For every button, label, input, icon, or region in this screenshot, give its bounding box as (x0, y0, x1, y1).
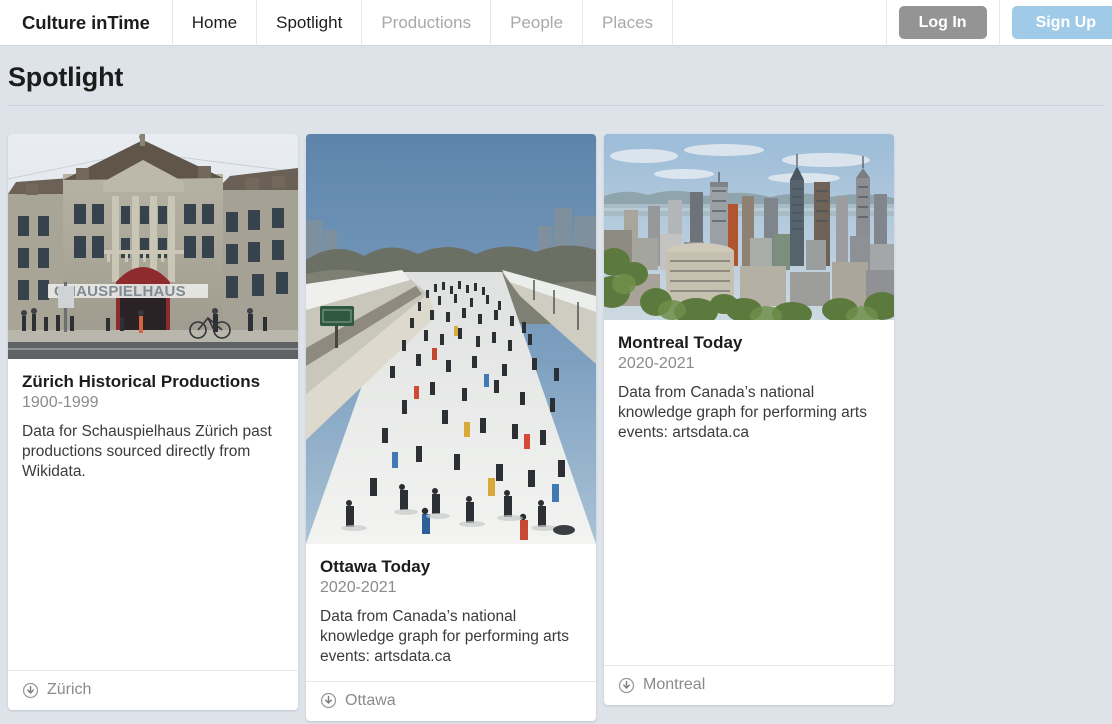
signup-cell: Sign Up (1000, 0, 1112, 45)
page-title: Spotlight (8, 62, 1104, 93)
card-title: Montreal Today (618, 332, 880, 353)
card-footer-ottawa[interactable]: Ottawa (306, 681, 596, 721)
log-in-button[interactable]: Log In (899, 6, 987, 39)
arrow-down-circle-icon (22, 682, 39, 699)
card-body: Ottawa Today 2020-2021 Data from Canada’… (306, 544, 596, 681)
login-cell: Log In (887, 0, 1000, 45)
card-footer-zurich[interactable]: Zürich (8, 670, 298, 710)
card-description: Data from Canada’s national knowledge gr… (320, 607, 582, 666)
card-image-montreal (604, 134, 894, 320)
spotlight-card-grid: CHAUSPIELHAUS (0, 118, 1112, 721)
card-body: Zürich Historical Productions 1900-1999 … (8, 359, 298, 670)
card-image-zurich: CHAUSPIELHAUS (8, 134, 298, 359)
card-image-ottawa (306, 134, 596, 544)
card-footer-label: Zürich (47, 681, 91, 699)
spotlight-card[interactable]: Ottawa Today 2020-2021 Data from Canada’… (306, 134, 596, 721)
card-title: Ottawa Today (320, 556, 582, 577)
card-body: Montreal Today 2020-2021 Data from Canad… (604, 320, 894, 665)
top-navbar: Culture inTime Home Spotlight Production… (0, 0, 1112, 46)
card-years: 1900-1999 (22, 393, 284, 413)
card-footer-montreal[interactable]: Montreal (604, 665, 894, 705)
nav-item-places[interactable]: Places (583, 0, 673, 45)
rideau-canal-illustration (306, 134, 596, 544)
zurich-theatre-illustration: CHAUSPIELHAUS (8, 134, 298, 359)
nav-brand[interactable]: Culture inTime (0, 0, 173, 45)
nav-spacer (673, 0, 887, 45)
card-description: Data for Schauspielhaus Zürich past prod… (22, 422, 284, 481)
nav-item-spotlight[interactable]: Spotlight (257, 0, 362, 45)
title-divider (8, 105, 1104, 106)
sign-up-button[interactable]: Sign Up (1012, 6, 1112, 39)
montreal-skyline-illustration (604, 134, 894, 320)
card-footer-label: Montreal (643, 676, 705, 694)
spotlight-card[interactable]: CHAUSPIELHAUS (8, 134, 298, 710)
arrow-down-circle-icon (320, 692, 337, 709)
spotlight-card[interactable]: Montreal Today 2020-2021 Data from Canad… (604, 134, 894, 705)
page-header: Spotlight (0, 46, 1112, 118)
nav-item-productions[interactable]: Productions (362, 0, 491, 45)
nav-item-people[interactable]: People (491, 0, 583, 45)
arrow-down-circle-icon (618, 677, 635, 694)
card-footer-label: Ottawa (345, 692, 396, 710)
card-title: Zürich Historical Productions (22, 371, 284, 392)
nav-item-home[interactable]: Home (173, 0, 257, 45)
card-years: 2020-2021 (320, 578, 582, 598)
card-years: 2020-2021 (618, 354, 880, 374)
card-description: Data from Canada’s national knowledge gr… (618, 383, 880, 442)
